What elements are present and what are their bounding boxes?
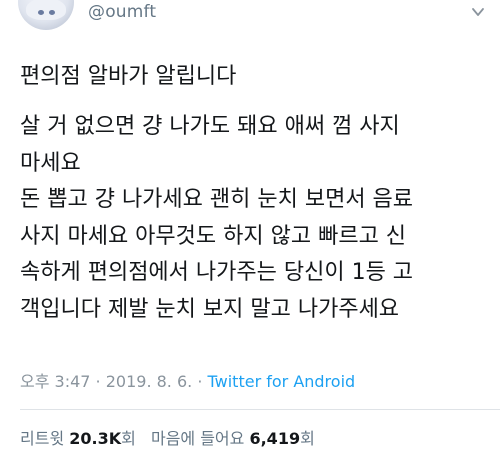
retweets-unit: 회	[121, 429, 136, 448]
tweet-date[interactable]: 2019. 8. 6.	[106, 372, 193, 391]
user-handle[interactable]: @oumft	[88, 2, 156, 22]
avatar-eye-right	[49, 10, 55, 15]
tweet-line: 돈 뽑고 걍 나가세요 괜히 눈치 보면서 음료	[20, 187, 414, 213]
tweet-time[interactable]: 오후 3:47	[20, 372, 90, 391]
tweet-line: 사지 마세요 아무것도 하지 않고 빠르고 신	[20, 223, 407, 249]
tweet-title: 편의점 알바가 알립니다	[20, 64, 237, 89]
tweet-source-link[interactable]: Twitter for Android	[208, 372, 356, 391]
divider	[20, 409, 500, 410]
tweet-line: 살 거 없으면 걍 나가도 돼요 애써 껌 사지	[20, 114, 400, 139]
tweet-stats: 리트윗 20.3K회 마음에 들어요 6,419회	[20, 425, 315, 449]
avatar-eye-left	[38, 10, 44, 15]
tweet-body: 살 거 없으면 걍 나가도 돼요 애써 껌 사지 마세요 돈 뽑고 걍 나가세요…	[20, 109, 490, 329]
retweets-count[interactable]: 20.3K	[69, 429, 121, 448]
avatar[interactable]	[18, 0, 74, 30]
avatar-hair	[26, 0, 66, 20]
meta-separator: ·	[90, 372, 106, 391]
meta-separator: ·	[192, 372, 208, 391]
likes-label[interactable]: 마음에 들어요	[151, 429, 244, 448]
chevron-down-icon[interactable]	[470, 4, 486, 20]
tweet-meta: 오후 3:47 · 2019. 8. 6. · Twitter for Andr…	[20, 368, 355, 392]
tweet-line: 객입니다 제발 눈치 보지 말고 나가주세요	[20, 296, 400, 322]
tweet-line: 속하게 편의점에서 나가주는 당신이 1등 고	[20, 260, 414, 286]
retweets-label[interactable]: 리트윗	[20, 429, 64, 448]
tweet-card: @oumft 편의점 알바가 알립니다 살 거 없으면 걍 나가도 돼요 애써 …	[0, 0, 500, 456]
likes-unit: 회	[300, 429, 315, 448]
tweet-line: 마세요	[20, 150, 81, 176]
likes-count[interactable]: 6,419	[249, 429, 300, 448]
